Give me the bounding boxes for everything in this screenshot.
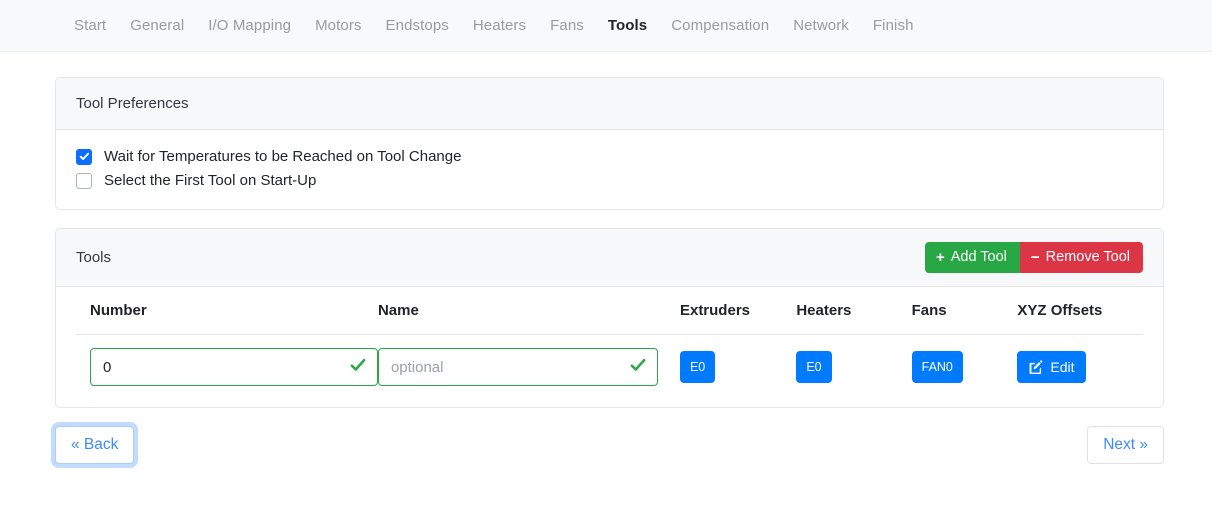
tools-table-head: Number Name Extruders Heaters Fans XYZ O… (76, 287, 1143, 336)
column-header-heaters: Heaters (796, 287, 912, 336)
wizard-footer: « Back Next » (0, 426, 1212, 465)
cell-name (377, 335, 680, 400)
add-tool-label: Add Tool (950, 249, 1007, 265)
wizard-navbar: Start General I/O Mapping Motors Endstop… (0, 0, 1212, 52)
plus-icon: + (935, 249, 945, 267)
tool-name-input[interactable] (377, 348, 658, 387)
nav-item-finish[interactable]: Finish (861, 13, 926, 38)
tool-number-input-wrap (90, 348, 378, 387)
edit-offsets-button[interactable]: Edit (1017, 351, 1087, 384)
next-button[interactable]: Next » (1087, 426, 1164, 465)
tools-body: Number Name Extruders Heaters Fans XYZ O… (56, 287, 1163, 407)
tools-action-button-group: + Add Tool − Remove Tool (924, 242, 1143, 274)
column-header-extruders: Extruders (679, 287, 797, 336)
add-tool-button[interactable]: + Add Tool (924, 242, 1020, 274)
cell-heaters: E0 (796, 335, 911, 400)
nav-item-io-mapping[interactable]: I/O Mapping (196, 13, 303, 38)
tool-preferences-title: Tool Preferences (76, 95, 189, 112)
tools-header: Tools + Add Tool − Remove Tool (56, 229, 1163, 288)
page-content: Tool Preferences Wait for Temperatures t… (0, 52, 1212, 409)
cell-number (76, 335, 378, 400)
column-header-name: Name (377, 287, 680, 336)
wizard-nav-list: Start General I/O Mapping Motors Endstop… (62, 13, 926, 38)
tools-table-header-row: Number Name Extruders Heaters Fans XYZ O… (76, 287, 1143, 336)
cell-xyz-offsets: Edit (1017, 335, 1143, 400)
pencil-square-icon (1029, 360, 1044, 375)
tool-preferences-card: Tool Preferences Wait for Temperatures t… (55, 77, 1164, 210)
column-header-fans: Fans (911, 287, 1018, 336)
nav-item-network[interactable]: Network (781, 13, 861, 38)
tool-preferences-header: Tool Preferences (56, 78, 1163, 130)
cell-extruders: E0 (679, 335, 796, 400)
checkbox-row-wait-for-temperatures[interactable]: Wait for Temperatures to be Reached on T… (76, 148, 1143, 165)
checkbox-wait-for-temperatures[interactable] (76, 148, 92, 165)
tools-card: Tools + Add Tool − Remove Tool Number Na… (55, 228, 1164, 409)
nav-item-fans[interactable]: Fans (538, 13, 596, 38)
tools-table-body: E0 E0 FAN0 (76, 335, 1143, 400)
check-icon (79, 152, 89, 160)
nav-item-tools[interactable]: Tools (596, 13, 659, 38)
cell-fans: FAN0 (911, 335, 1018, 400)
tool-name-input-wrap (377, 348, 658, 387)
heater-badge-e0[interactable]: E0 (796, 351, 832, 384)
back-button[interactable]: « Back (55, 426, 135, 465)
tool-number-input[interactable] (90, 348, 378, 387)
checkbox-select-first-tool[interactable] (76, 172, 92, 189)
tools-table: Number Name Extruders Heaters Fans XYZ O… (76, 287, 1143, 399)
column-header-xyz-offsets: XYZ Offsets (1017, 287, 1143, 336)
checkbox-label-wait-for-temperatures: Wait for Temperatures to be Reached on T… (104, 148, 462, 165)
nav-item-motors[interactable]: Motors (303, 13, 373, 38)
edit-button-label: Edit (1050, 359, 1075, 376)
checkbox-row-select-first-tool[interactable]: Select the First Tool on Start-Up (76, 172, 1143, 189)
extruder-badge-e0[interactable]: E0 (679, 351, 716, 384)
checkbox-label-select-first-tool: Select the First Tool on Start-Up (104, 172, 317, 189)
fan-badge-fan0[interactable]: FAN0 (911, 351, 963, 384)
table-row: E0 E0 FAN0 (76, 335, 1143, 400)
nav-item-start[interactable]: Start (62, 13, 118, 38)
minus-icon: − (1030, 249, 1040, 267)
remove-tool-label: Remove Tool (1045, 249, 1130, 265)
remove-tool-button[interactable]: − Remove Tool (1019, 242, 1143, 274)
nav-item-heaters[interactable]: Heaters (461, 13, 538, 38)
nav-item-endstops[interactable]: Endstops (374, 13, 461, 38)
tools-title: Tools (76, 249, 112, 267)
nav-item-general[interactable]: General (118, 13, 196, 38)
tool-preferences-body: Wait for Temperatures to be Reached on T… (56, 130, 1163, 209)
nav-item-compensation[interactable]: Compensation (659, 13, 781, 38)
column-header-number: Number (76, 287, 378, 336)
